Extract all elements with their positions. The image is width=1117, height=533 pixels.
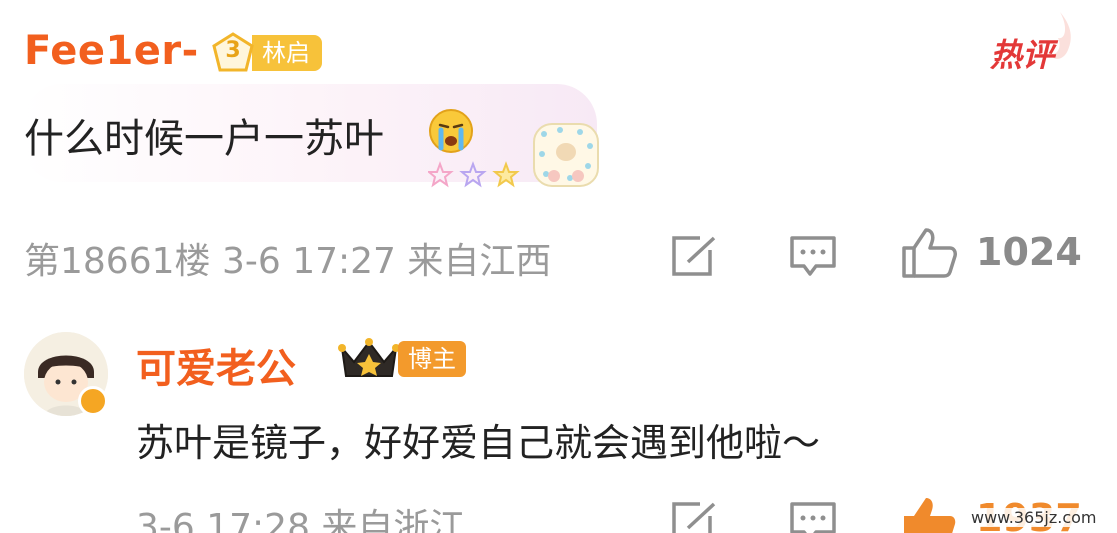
- crying-face-icon: [429, 109, 473, 153]
- like-active-icon[interactable]: [900, 494, 960, 533]
- comment-meta: 3-6 17:28 来自浙江: [136, 507, 466, 533]
- fan-badge-name: 林启: [252, 35, 322, 71]
- crown-icon: [338, 338, 400, 377]
- verified-badge-icon: [78, 386, 108, 416]
- hot-comment-tag: 热评: [990, 36, 1055, 74]
- comment-username[interactable]: Fee1er-: [24, 28, 199, 74]
- stars-sticker-icon: [428, 161, 520, 188]
- fan-level: 3: [225, 38, 241, 63]
- share-icon[interactable]: [670, 500, 720, 533]
- comment-text: 什么时候一户一苏叶: [24, 116, 384, 162]
- comment-text: 苏叶是镜子，好好爱自己就会遇到他啦～: [136, 421, 821, 465]
- comment-icon[interactable]: [788, 234, 838, 278]
- fan-badge[interactable]: 3 林启: [210, 32, 322, 74]
- comment-meta: 第18661楼 3-6 17:27 来自江西: [24, 241, 552, 282]
- comment-username[interactable]: 可爱老公: [136, 336, 296, 394]
- comment-icon[interactable]: [788, 500, 838, 533]
- bear-sticker-icon: [533, 123, 599, 187]
- fan-level-icon: 3: [210, 32, 256, 74]
- comment-list: Fee1er- 3 林启 热评 什么时候一户一苏叶 第18661楼 3-6 17…: [0, 0, 1117, 533]
- author-tag: 博主: [398, 341, 466, 377]
- watermark: www.365jz.com: [968, 508, 1100, 527]
- share-icon[interactable]: [670, 234, 720, 278]
- like-count: 1024: [976, 230, 1082, 274]
- like-icon[interactable]: [900, 226, 960, 280]
